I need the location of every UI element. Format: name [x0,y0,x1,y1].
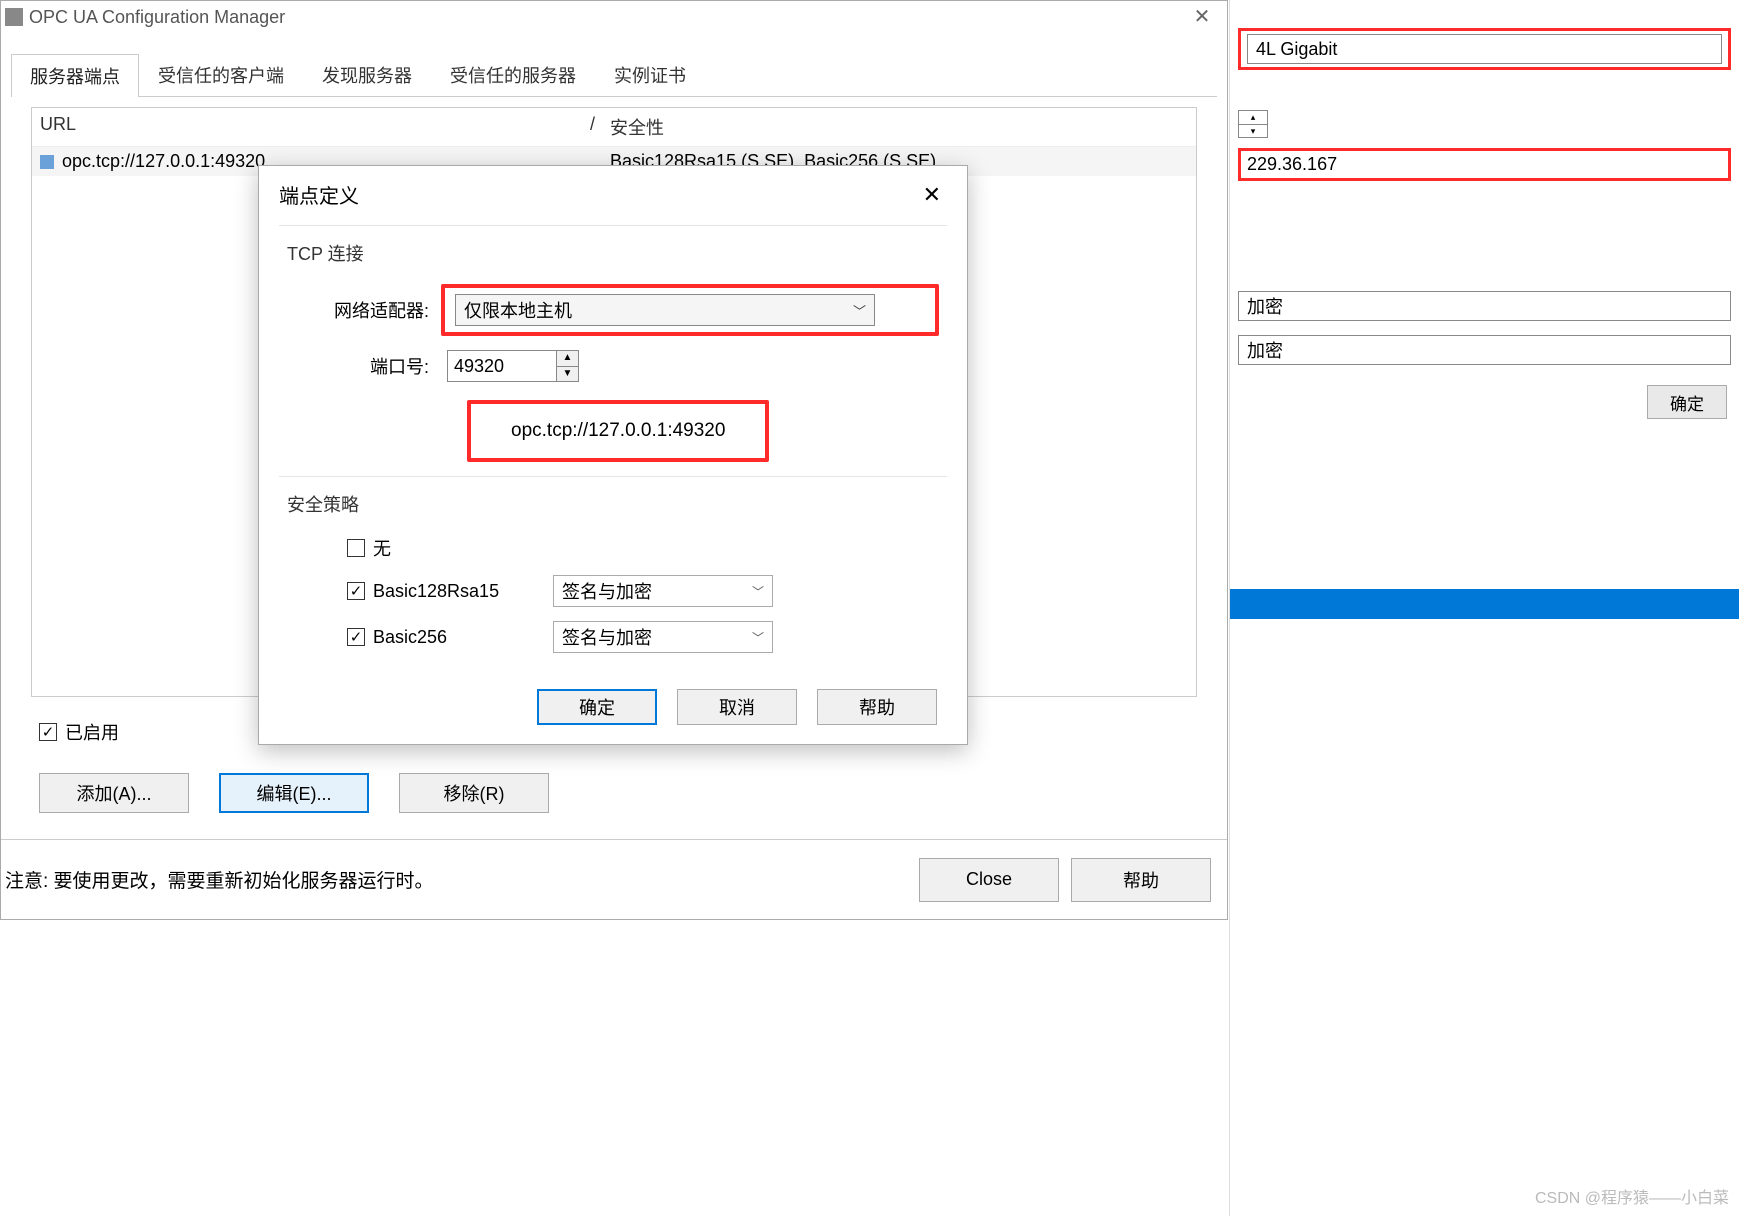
policy-basic256-checkbox[interactable] [347,628,365,646]
dialog-help-button[interactable]: 帮助 [817,689,937,725]
bg-spinner-row: ▴▾ [1238,110,1731,138]
bg-encrypt-combo-1[interactable]: 加密 [1238,291,1731,321]
endpoint-definition-dialog: 端点定义 ✕ TCP 连接 网络适配器: 仅限本地主机 ﹀ 端口号: ▲▼ op… [258,165,968,745]
column-header-url[interactable]: URL [32,108,582,146]
close-button[interactable]: Close [919,858,1059,902]
port-spinner: ▲▼ [447,350,579,382]
edit-button[interactable]: 编辑(E)... [219,773,369,813]
endpoint-url-text: opc.tcp://127.0.0.1:49320 [511,420,725,441]
window-title: OPC UA Configuration Manager [29,7,285,28]
section-security-policy: 安全策略 无 Basic128Rsa15 签名与加密 ﹀ Basic256 签名… [279,476,947,675]
endpoint-icon [40,155,54,169]
policy-basic128-label: Basic128Rsa15 [373,581,553,602]
adapter-label: 网络适配器: [287,297,447,323]
chevron-down-icon: ﹀ [853,301,866,320]
bg-encrypt-row-1: 加密 [1238,291,1731,321]
bg-button-bar: 确定 [1242,385,1727,419]
port-row: 端口号: ▲▼ [287,350,939,382]
endpoint-url-text: opc.tcp://127.0.0.1:49320 [62,151,265,171]
endpoint-header-row: URL / 安全性 [32,108,1196,147]
background-properties-window: 4L Gigabit ▴▾ 229.36.167 加密 加密 确定 [1229,0,1739,1216]
bg-ip-value: 229.36.167 [1247,154,1337,175]
enabled-checkbox[interactable] [39,723,57,741]
adapter-row: 网络适配器: 仅限本地主机 ﹀ [287,284,939,336]
network-adapter-combo[interactable]: 仅限本地主机 ﹀ [455,294,875,326]
policy-none-row: 无 [347,535,939,561]
chevron-down-icon: ﹀ [752,583,764,600]
tab-trusted-servers[interactable]: 受信任的服务器 [431,53,595,96]
dialog-titlebar: 端点定义 ✕ [259,166,967,219]
policy-none-label: 无 [373,535,553,561]
footer-buttons: Close 帮助 [919,858,1211,902]
window-close-button[interactable]: ✕ [1177,1,1227,33]
bg-encrypt-row-2: 加密 [1238,335,1731,365]
policy-basic128-mode-combo[interactable]: 签名与加密 ﹀ [553,575,773,607]
policy-basic256-mode-combo[interactable]: 签名与加密 ﹀ [553,621,773,653]
ok-button[interactable]: 确定 [537,689,657,725]
policy-section-title: 安全策略 [287,491,939,517]
bg-ip-row: 229.36.167 [1238,148,1731,181]
add-button[interactable]: 添加(A)... [39,773,189,813]
port-label: 端口号: [287,353,447,379]
watermark-text: CSDN @程序猿——小白菜 [1535,1184,1729,1208]
column-header-separator: / [582,108,602,146]
footer-bar: 注意: 要使用更改，需要重新初始化服务器运行时。 Close 帮助 [1,839,1227,919]
tab-trusted-clients[interactable]: 受信任的客户端 [139,53,303,96]
policy-basic256-label: Basic256 [373,627,553,648]
dialog-button-row: 确定 取消 帮助 [259,689,937,725]
titlebar: OPC UA Configuration Manager ✕ [1,1,1227,33]
section-tcp: TCP 连接 网络适配器: 仅限本地主机 ﹀ 端口号: ▲▼ opc.tcp:/… [279,225,947,470]
bg-ok-button[interactable]: 确定 [1647,385,1727,419]
policy-basic128-checkbox[interactable] [347,582,365,600]
bg-nic-value: 4L Gigabit [1256,39,1337,60]
tab-instance-cert[interactable]: 实例证书 [595,53,705,96]
tab-discovery-servers[interactable]: 发现服务器 [303,53,431,96]
app-icon [5,8,23,26]
chevron-down-icon: ﹀ [752,629,764,646]
adapter-highlight: 仅限本地主机 ﹀ [441,284,939,336]
remove-button[interactable]: 移除(R) [399,773,549,813]
enabled-label: 已启用 [65,719,119,745]
port-step-buttons[interactable]: ▲▼ [557,350,579,382]
bg-nic-row: 4L Gigabit [1238,28,1731,70]
policy-basic128-row: Basic128Rsa15 签名与加密 ﹀ [347,575,939,607]
tcp-section-title: TCP 连接 [287,240,939,266]
dialog-close-button[interactable]: ✕ [917,182,947,208]
bg-spinner[interactable]: ▴▾ [1238,110,1268,138]
tab-server-endpoints[interactable]: 服务器端点 [11,54,139,97]
bg-selection-strip [1230,589,1739,619]
policy-basic256-row: Basic256 签名与加密 ﹀ [347,621,939,653]
endpoint-button-row: 添加(A)... 编辑(E)... 移除(R) [39,773,1227,813]
cancel-button[interactable]: 取消 [677,689,797,725]
bg-nic-combo[interactable]: 4L Gigabit [1247,34,1722,64]
endpoint-url-display: opc.tcp://127.0.0.1:49320 [467,400,769,462]
adapter-value: 仅限本地主机 [464,297,572,323]
tab-row: 服务器端点 受信任的客户端 发现服务器 受信任的服务器 实例证书 [11,53,1217,97]
policy-none-checkbox[interactable] [347,539,365,557]
help-button[interactable]: 帮助 [1071,858,1211,902]
footer-note: 注意: 要使用更改，需要重新初始化服务器运行时。 [5,866,434,893]
port-input[interactable] [447,350,557,382]
dialog-title: 端点定义 [279,180,359,209]
arrow-down-icon: ▼ [557,367,578,382]
bg-encrypt-combo-2[interactable]: 加密 [1238,335,1731,365]
column-header-security[interactable]: 安全性 [602,108,1196,146]
arrow-up-icon: ▲ [557,351,578,367]
